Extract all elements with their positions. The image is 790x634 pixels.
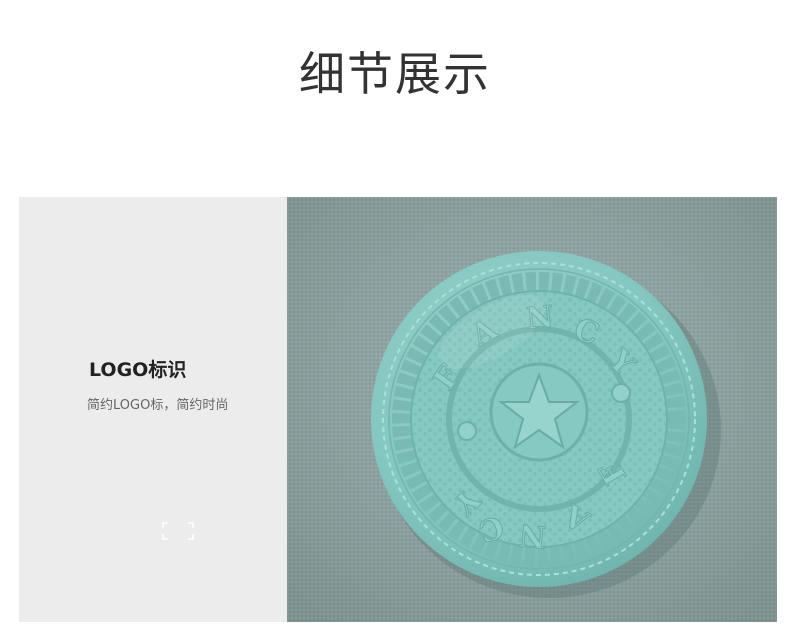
- svg-text:N: N: [517, 517, 547, 554]
- info-panel: LOGO标识 简约LOGO标，简约时尚: [19, 197, 287, 622]
- page-title: 细节展示: [299, 47, 491, 101]
- logo-patch-photo: F A N C Y F A N C Y: [287, 197, 777, 622]
- feature-title: LOGO标识: [89, 359, 187, 381]
- corner-frame-icon: [162, 522, 194, 540]
- feature-description: 简约LOGO标，简约时尚: [87, 398, 229, 413]
